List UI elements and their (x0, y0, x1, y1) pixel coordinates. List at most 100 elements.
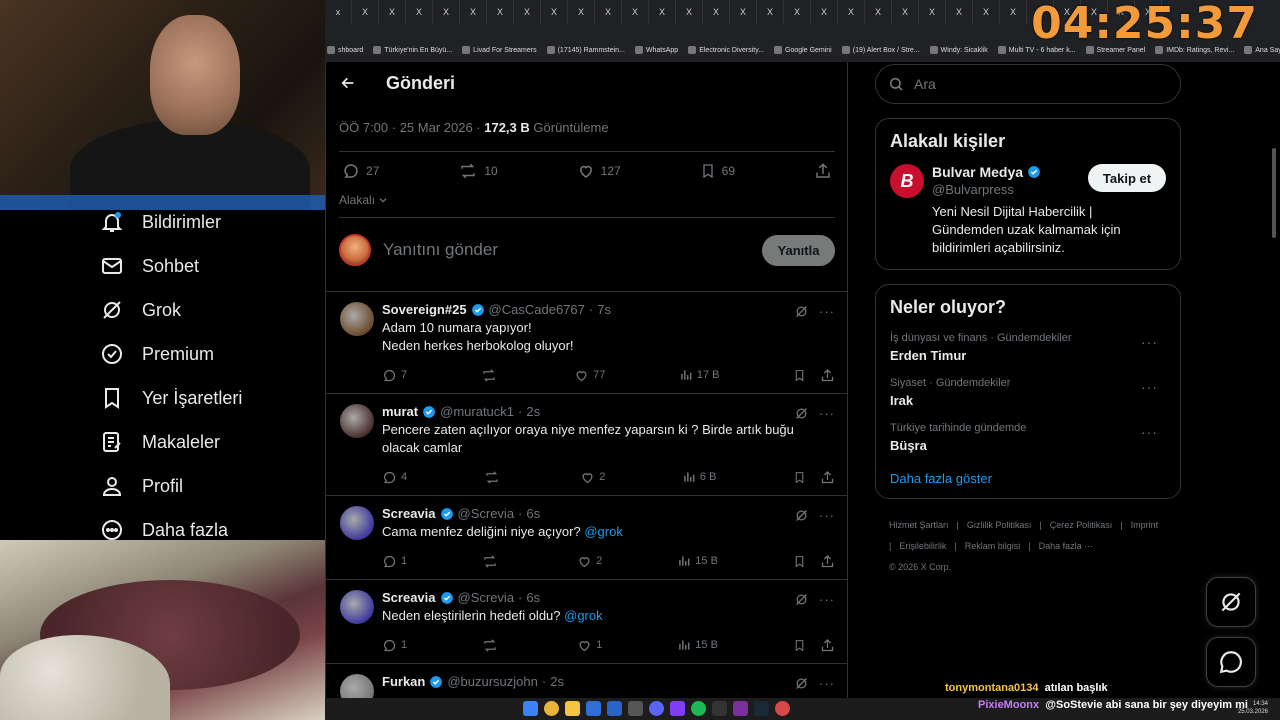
browser-tab[interactable]: X (433, 0, 460, 24)
trend-item[interactable]: Siyaset · Gündemdekiler Irak ··· (890, 377, 1166, 408)
browser-tab[interactable]: X (757, 0, 784, 24)
footer-link[interactable]: Imprint (1131, 520, 1159, 530)
app-icon[interactable] (628, 701, 643, 716)
more-options-icon[interactable]: ··· (1141, 379, 1158, 395)
browser-tab[interactable]: X (676, 0, 703, 24)
reply-author-name[interactable]: Screavia (382, 506, 436, 521)
browser-tab[interactable]: X (838, 0, 865, 24)
nav-item-articles[interactable]: Makaleler (100, 420, 320, 464)
reply-author-handle[interactable]: @CasCade6767 (489, 302, 585, 317)
reply-time[interactable]: 2s (526, 404, 540, 419)
grok-icon[interactable] (794, 508, 809, 523)
discord-icon[interactable] (649, 701, 664, 716)
reply-author-handle[interactable]: @Screvia (458, 506, 515, 521)
bookmark-item[interactable]: Livad For Streamers (462, 46, 537, 54)
reply-item[interactable]: Screavia @Screvia · 6s Neden eleştiriler… (326, 579, 847, 663)
browser-tab[interactable]: X (703, 0, 730, 24)
repost-button[interactable] (482, 638, 502, 653)
footer-link[interactable]: Hizmet Şartları (889, 520, 949, 530)
bookmark-item[interactable]: WhatsApp (634, 46, 678, 54)
sort-dropdown[interactable]: Alakalı (339, 193, 388, 207)
views-button[interactable]: 15 B (677, 554, 718, 568)
app-icon[interactable] (733, 701, 748, 716)
footer-link[interactable]: © 2026 X Corp. (889, 562, 951, 572)
nav-item-premium[interactable]: Premium (100, 332, 320, 376)
folder-icon[interactable] (565, 701, 580, 716)
twitch-icon[interactable] (670, 701, 685, 716)
browser-tab[interactable]: X (406, 0, 433, 24)
repost-button[interactable] (481, 368, 501, 383)
bookmark-item[interactable]: Electronic Diversity... (688, 46, 764, 54)
bookmark-icon[interactable] (793, 470, 806, 485)
browser-tab[interactable]: X (622, 0, 649, 24)
reply-author-name[interactable]: Screavia (382, 590, 436, 605)
browser-tab[interactable]: X (919, 0, 946, 24)
app-icon[interactable] (712, 701, 727, 716)
grok-icon[interactable] (794, 406, 809, 421)
nav-item-bookmarks[interactable]: Yer İşaretleri (100, 376, 320, 420)
browser-tab[interactable]: X (487, 0, 514, 24)
browser-tab[interactable]: X (946, 0, 973, 24)
grok-icon[interactable] (794, 304, 809, 319)
more-options-icon[interactable]: ··· (819, 508, 835, 523)
windows-start-icon[interactable] (523, 701, 538, 716)
reply-time[interactable]: 6s (526, 506, 540, 521)
chrome-icon[interactable] (544, 701, 559, 716)
share-icon[interactable] (820, 470, 835, 485)
avatar[interactable] (340, 404, 374, 438)
reply-item[interactable]: murat @muratuck1 · 2s Pencere zaten açıl… (326, 393, 847, 495)
nav-item-grok[interactable]: Grok (100, 288, 320, 332)
share-icon[interactable] (820, 554, 835, 569)
reply-button[interactable]: 4 (382, 470, 407, 485)
bookmark-item[interactable]: (19) Alert Box / Stre... (841, 46, 920, 54)
reply-author-name[interactable]: Sovereign#25 (382, 302, 467, 317)
views-button[interactable]: 15 B (677, 638, 718, 652)
back-arrow-icon[interactable] (340, 75, 356, 91)
show-more-link[interactable]: Daha fazla göster (890, 471, 1166, 486)
bookmark-item[interactable]: Türkiye'nin En Büyü... (373, 46, 452, 54)
browser-tab[interactable]: X (811, 0, 838, 24)
reply-author-name[interactable]: murat (382, 404, 418, 419)
app-icon[interactable] (586, 701, 601, 716)
nav-item-notifications[interactable]: Bildirimler (100, 200, 320, 244)
more-options-icon[interactable]: ··· (819, 304, 835, 319)
like-button[interactable]: 2 (577, 554, 602, 569)
views-button[interactable]: 6 B (682, 470, 716, 484)
grok-icon[interactable] (794, 592, 809, 607)
steam-icon[interactable] (754, 701, 769, 716)
more-options-icon[interactable]: ··· (819, 676, 835, 691)
browser-tab[interactable]: X (649, 0, 676, 24)
reply-button[interactable]: 1 (382, 638, 407, 653)
scrollbar[interactable] (1272, 148, 1276, 238)
reply-button[interactable]: 1 (382, 554, 407, 569)
reply-button[interactable]: Yanıtla (762, 234, 835, 266)
share-icon[interactable] (814, 162, 832, 180)
reply-time[interactable]: 2s (550, 674, 564, 689)
trend-item[interactable]: İş dünyası ve finans · Gündemdekiler Erd… (890, 332, 1166, 363)
browser-tab[interactable]: x (325, 0, 352, 24)
browser-tab[interactable]: X (892, 0, 919, 24)
trend-item[interactable]: Türkiye tarihinde gündemde Büşra ··· (890, 422, 1166, 453)
reply-item[interactable]: Furkan @buzursuzjohn · 2s ··· (326, 663, 847, 700)
mention-link[interactable]: @grok (564, 608, 603, 623)
browser-tab[interactable]: X (1000, 0, 1027, 24)
more-options-icon[interactable]: ··· (1141, 334, 1158, 350)
share-icon[interactable] (820, 638, 835, 653)
spotify-icon[interactable] (691, 701, 706, 716)
avatar[interactable] (340, 590, 374, 624)
search-input[interactable]: Ara (875, 64, 1181, 104)
bookmark-count-button[interactable]: 69 (700, 162, 735, 180)
browser-tab[interactable]: X (568, 0, 595, 24)
reply-input[interactable]: Yanıtını gönder (383, 240, 762, 260)
like-button[interactable]: 1 (577, 638, 602, 653)
nav-item-chat[interactable]: Sohbet (100, 244, 320, 288)
bookmark-item[interactable]: Windy: Sicaklik (929, 46, 988, 54)
reply-author-handle[interactable]: @muratuck1 (440, 404, 514, 419)
repost-button[interactable] (482, 554, 502, 569)
browser-tab[interactable]: X (973, 0, 1000, 24)
messages-floating-button[interactable] (1206, 637, 1256, 687)
avatar[interactable] (340, 674, 374, 700)
app-icon[interactable] (607, 701, 622, 716)
avatar[interactable] (340, 506, 374, 540)
bookmark-icon[interactable] (793, 638, 806, 653)
